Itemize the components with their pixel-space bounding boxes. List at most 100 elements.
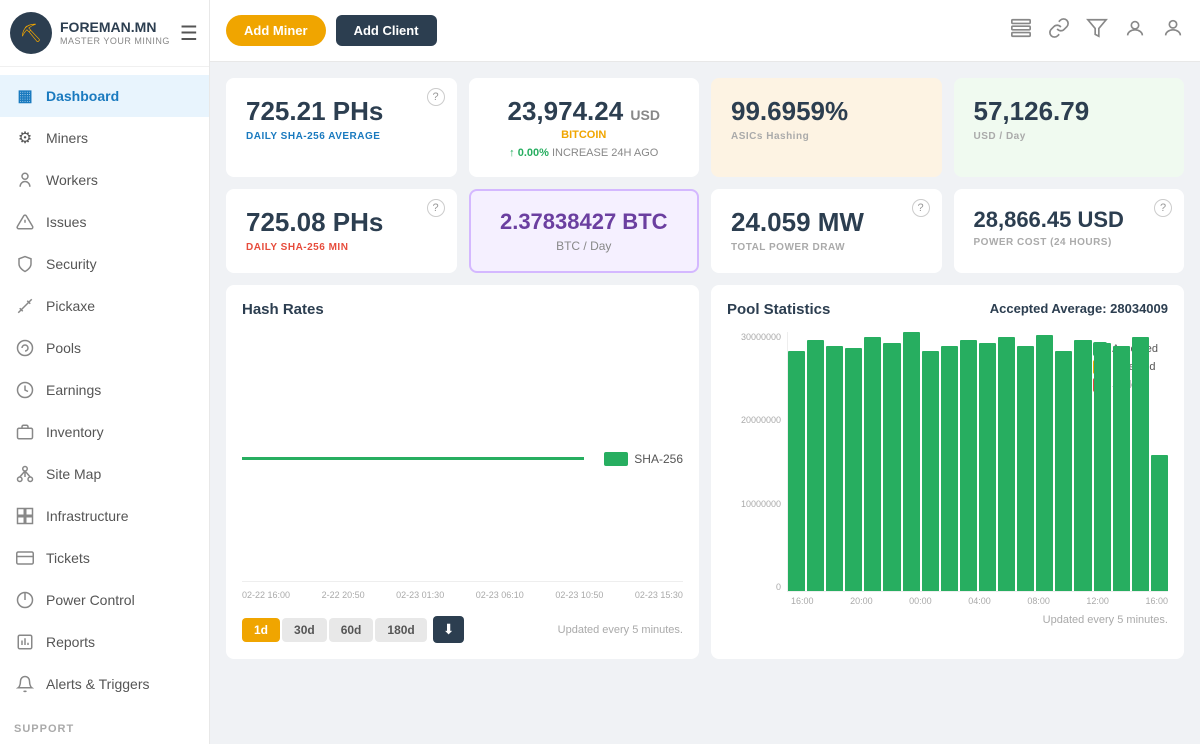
sidebar-item-infrastructure[interactable]: Infrastructure — [0, 495, 209, 537]
help-icon-4[interactable]: ? — [1154, 199, 1172, 217]
hashrate-chart-card: Hash Rates SHA-256 02-22 16:00 2-22 20:5… — [226, 285, 699, 659]
tickets-icon — [14, 547, 36, 569]
sidebar-item-pickaxe[interactable]: Pickaxe — [0, 285, 209, 327]
hamburger-menu[interactable]: ☰ — [180, 21, 198, 46]
hashrate-xaxis: 02-22 16:00 2-22 20:50 02-23 01:30 02-23… — [242, 590, 683, 600]
sidebar-label-sitemap: Site Map — [46, 466, 101, 482]
pool-bar — [998, 337, 1015, 591]
account-icon[interactable] — [1162, 17, 1184, 45]
stat-daily-sha-min: ? 725.08 PHs DAILY SHA-256 MIN — [226, 189, 457, 273]
time-btn-30d[interactable]: 30d — [282, 618, 327, 642]
hashrate-chart-area: SHA-256 — [242, 322, 683, 582]
pool-chart-title: Pool Statistics — [727, 301, 830, 318]
pool-chart-area: 30000000 20000000 10000000 0 — [727, 332, 1168, 592]
pool-bars — [787, 332, 1168, 592]
help-icon-3[interactable]: ? — [912, 199, 930, 217]
stat-label-asics: ASICs Hashing — [731, 131, 922, 142]
sidebar-item-reports[interactable]: Reports — [0, 621, 209, 663]
sidebar-label-powercontrol: Power Control — [46, 592, 135, 608]
sidebar-item-alerts[interactable]: Alerts & Triggers — [0, 663, 209, 705]
sidebar-item-sitemap[interactable]: Site Map — [0, 453, 209, 495]
help-icon-2[interactable]: ? — [427, 199, 445, 217]
sidebar-item-dashboard[interactable]: ▦ Dashboard — [0, 75, 209, 117]
stat-label-btc: BITCOIN — [489, 129, 680, 141]
stat-value-power-draw: 24.059 MW — [731, 207, 922, 238]
sidebar-item-security[interactable]: Security — [0, 243, 209, 285]
download-button[interactable]: ⬇ — [433, 616, 465, 643]
pool-bar — [1055, 351, 1072, 591]
pool-bar — [1113, 346, 1130, 591]
pool-bar — [903, 332, 920, 591]
sidebar-item-powercontrol[interactable]: Power Control — [0, 579, 209, 621]
stat-daily-sha-avg: ? 725.21 PHs DAILY SHA-256 AVERAGE — [226, 78, 457, 177]
sidebar-label-alerts: Alerts & Triggers — [46, 676, 149, 692]
pool-bar — [807, 340, 824, 591]
stat-asics-hashing: 99.6959% ASICs Hashing — [711, 78, 942, 177]
pool-bar — [960, 340, 977, 591]
pool-bar — [1074, 340, 1091, 591]
sidebar-item-issues[interactable]: Issues — [0, 201, 209, 243]
pool-bar — [922, 351, 939, 591]
brand-name: FOREMAN.MN — [60, 19, 170, 36]
sidebar-label-issues: Issues — [46, 214, 86, 230]
pool-bar — [1017, 346, 1034, 591]
time-buttons: 1d 30d 60d 180d ⬇ — [242, 616, 464, 643]
time-btn-60d[interactable]: 60d — [329, 618, 374, 642]
sidebar-item-workers[interactable]: Workers — [0, 159, 209, 201]
sitemap-icon — [14, 463, 36, 485]
stat-value-btc-day: 2.37838427 BTC — [491, 209, 678, 235]
earnings-icon — [14, 379, 36, 401]
y-label-0: 0 — [776, 582, 781, 592]
link-icon[interactable] — [1048, 17, 1070, 45]
stat-label-usd-day: USD / Day — [974, 131, 1165, 142]
stat-value-sha-avg: 725.21 PHs — [246, 96, 437, 127]
time-btn-1d[interactable]: 1d — [242, 618, 280, 642]
pool-bar — [864, 337, 881, 591]
pool-accepted-avg: Accepted Average: 28034009 — [990, 301, 1168, 316]
user-hat-icon[interactable] — [1124, 17, 1146, 45]
hashrate-line — [242, 457, 584, 460]
stat-label-sha-avg: DAILY SHA-256 AVERAGE — [246, 131, 437, 142]
security-icon — [14, 253, 36, 275]
stat-label-power-draw: TOTAL POWER DRAW — [731, 242, 922, 253]
y-label-20m: 20000000 — [741, 415, 781, 425]
sidebar-label-earnings: Earnings — [46, 382, 101, 398]
add-client-button[interactable]: Add Client — [336, 15, 437, 46]
time-btn-180d[interactable]: 180d — [375, 618, 426, 642]
sidebar-item-miners[interactable]: ⚙ Miners — [0, 117, 209, 159]
sidebar-item-pools[interactable]: Pools — [0, 327, 209, 369]
sidebar: ⛏ FOREMAN.MN MASTER YOUR MINING ☰ ▦ Dash… — [0, 0, 210, 744]
sha256-legend-box — [604, 452, 628, 466]
stat-label-btc-day: BTC / Day — [491, 239, 678, 253]
infrastructure-icon — [14, 505, 36, 527]
stat-power-cost: ? 28,866.45 USD POWER COST (24 HOURS) — [954, 189, 1185, 273]
stat-value-asics: 99.6959% — [731, 96, 922, 127]
sidebar-label-security: Security — [46, 256, 97, 272]
sidebar-label-pickaxe: Pickaxe — [46, 298, 95, 314]
servers-icon[interactable] — [1010, 17, 1032, 45]
help-icon-1[interactable]: ? — [427, 88, 445, 106]
stats-row-2: ? 725.08 PHs DAILY SHA-256 MIN 2.3783842… — [226, 189, 1184, 273]
sidebar-label-miners: Miners — [46, 130, 88, 146]
sidebar-item-tickets[interactable]: Tickets — [0, 537, 209, 579]
add-miner-button[interactable]: Add Miner — [226, 15, 326, 46]
sidebar-nav: ▦ Dashboard ⚙ Miners Workers Issues Secu… — [0, 67, 209, 713]
filter-icon[interactable] — [1086, 17, 1108, 45]
logo-text: FOREMAN.MN MASTER YOUR MINING — [60, 19, 170, 47]
pool-chart-header: Pool Statistics Accepted Average: 280340… — [727, 301, 1168, 322]
content-body: ? 725.21 PHs DAILY SHA-256 AVERAGE 23,97… — [210, 62, 1200, 744]
logo-avatar: ⛏ — [10, 12, 52, 54]
pool-bar — [1094, 343, 1111, 591]
pickaxe-icon — [14, 295, 36, 317]
pool-bar — [845, 348, 862, 591]
sidebar-label-tickets: Tickets — [46, 550, 90, 566]
pools-icon — [14, 337, 36, 359]
powercontrol-icon — [14, 589, 36, 611]
support-label: SUPPORT — [0, 713, 209, 744]
sidebar-label-inventory: Inventory — [46, 424, 104, 440]
pool-bar — [1151, 455, 1168, 591]
sidebar-item-earnings[interactable]: Earnings — [0, 369, 209, 411]
sidebar-item-inventory[interactable]: Inventory — [0, 411, 209, 453]
reports-icon — [14, 631, 36, 653]
pool-bar — [979, 343, 996, 591]
